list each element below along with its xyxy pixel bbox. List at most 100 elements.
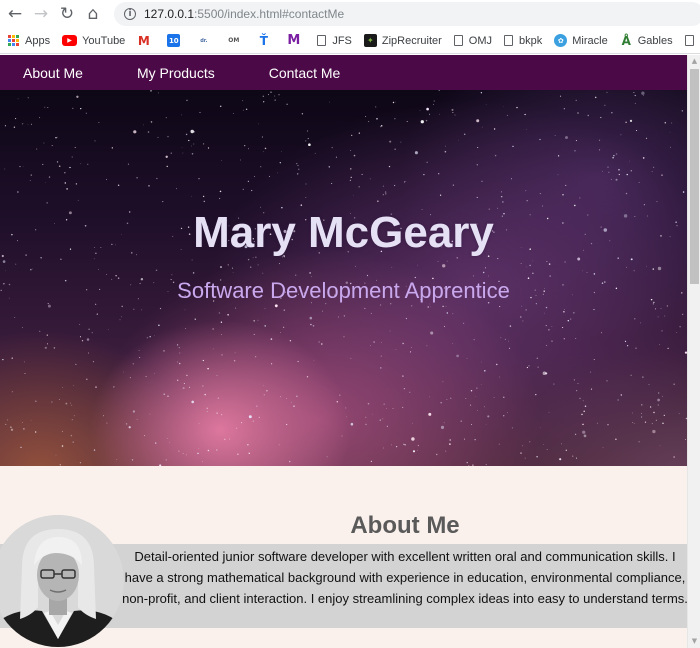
star-dot bbox=[127, 163, 130, 165]
star-dot bbox=[373, 341, 375, 343]
star-dot bbox=[499, 376, 500, 378]
bookmarks-bar: Apps ▶ YouTube M 10 dr. OM Ť M JFS ✦ Zip… bbox=[0, 28, 700, 54]
star-dot bbox=[563, 311, 565, 313]
star-dot bbox=[154, 335, 155, 337]
bookmark-ziprecruiter[interactable]: ✦ ZipRecruiter bbox=[363, 34, 442, 47]
star-dot bbox=[633, 270, 635, 272]
star-dot bbox=[466, 358, 468, 359]
page-icon bbox=[684, 35, 694, 46]
star-dot bbox=[248, 415, 252, 419]
star-dot bbox=[177, 344, 179, 346]
bookmark-overflow[interactable] bbox=[684, 35, 700, 46]
scroll-up-arrow-icon[interactable]: ▲ bbox=[688, 55, 700, 68]
star-dot bbox=[525, 266, 527, 268]
star-dot bbox=[149, 335, 151, 338]
gables-icon: Å bbox=[619, 33, 633, 48]
star-dot bbox=[267, 94, 269, 96]
star-dot bbox=[55, 454, 57, 456]
site-info-icon[interactable]: i bbox=[124, 8, 136, 20]
star-dot bbox=[608, 171, 610, 173]
star-dot bbox=[679, 326, 681, 328]
star-dot bbox=[106, 274, 108, 275]
star-dot bbox=[379, 419, 381, 421]
bookmark-omj[interactable]: OMJ bbox=[453, 35, 492, 47]
nav-my-products-link[interactable]: My Products bbox=[137, 65, 215, 81]
star-dot bbox=[560, 95, 562, 97]
star-dot bbox=[488, 275, 489, 277]
star-dot bbox=[76, 95, 79, 98]
star-dot bbox=[481, 126, 483, 128]
star-dot bbox=[463, 133, 466, 136]
star-dot bbox=[350, 357, 352, 359]
back-arrow-icon[interactable]: ← bbox=[4, 3, 26, 25]
star-dot bbox=[312, 325, 315, 327]
address-bar[interactable]: i 127.0.0.1:5500/index.html#contactMe bbox=[114, 2, 700, 26]
bookmark-site[interactable]: dr. bbox=[197, 34, 215, 47]
star-dot bbox=[349, 179, 352, 182]
star-dot bbox=[80, 163, 82, 165]
star-dot bbox=[203, 143, 205, 145]
bookmark-bkpk[interactable]: bkpk bbox=[504, 35, 542, 47]
bookmark-om[interactable]: OM bbox=[227, 34, 245, 47]
scrollbar-thumb[interactable] bbox=[690, 69, 699, 284]
star-dot bbox=[266, 389, 268, 392]
star-dot bbox=[106, 179, 108, 180]
star-dot bbox=[10, 426, 12, 428]
star-dot bbox=[661, 330, 663, 332]
star-dot bbox=[506, 412, 508, 414]
star-dot bbox=[44, 182, 46, 183]
star-dot bbox=[615, 438, 617, 441]
star-dot bbox=[473, 339, 475, 341]
star-dot bbox=[380, 367, 382, 369]
nav-contact-me-link[interactable]: Contact Me bbox=[269, 65, 341, 81]
nav-about-me-link[interactable]: About Me bbox=[23, 65, 83, 81]
star-dot bbox=[240, 159, 241, 161]
star-dot bbox=[35, 400, 37, 403]
bookmark-m[interactable]: M bbox=[287, 33, 305, 48]
star-dot bbox=[207, 147, 210, 149]
star-dot bbox=[496, 363, 498, 366]
star-dot bbox=[409, 391, 411, 393]
star-dot bbox=[278, 444, 280, 446]
star-dot bbox=[264, 147, 267, 150]
star-dot bbox=[77, 199, 79, 201]
star-dot bbox=[681, 110, 683, 112]
star-dot bbox=[339, 394, 341, 396]
star-dot bbox=[96, 313, 98, 315]
star-dot bbox=[485, 424, 487, 426]
star-dot bbox=[165, 155, 168, 158]
star-dot bbox=[128, 426, 131, 429]
star-dot bbox=[551, 340, 553, 342]
star-dot bbox=[146, 337, 149, 339]
bookmark-gmail[interactable]: M bbox=[137, 34, 155, 48]
star-dot bbox=[440, 425, 445, 429]
bookmark-gables[interactable]: Å Gables bbox=[619, 33, 673, 48]
star-dot bbox=[39, 117, 41, 119]
page-scrollbar[interactable]: ▲ ▼ bbox=[687, 55, 700, 648]
reload-icon[interactable]: ↻ bbox=[56, 3, 78, 25]
bookmark-t[interactable]: Ť bbox=[257, 34, 275, 48]
star-dot bbox=[565, 449, 567, 451]
bookmark-youtube[interactable]: ▶ YouTube bbox=[62, 35, 125, 47]
star-dot bbox=[584, 405, 587, 408]
scroll-down-arrow-icon[interactable]: ▼ bbox=[688, 635, 700, 648]
star-dot bbox=[73, 415, 75, 417]
star-dot bbox=[485, 463, 487, 466]
star-dot bbox=[563, 108, 566, 110]
star-dot bbox=[564, 261, 566, 263]
home-icon[interactable]: ⌂ bbox=[82, 3, 104, 25]
forward-arrow-icon[interactable]: → bbox=[30, 3, 52, 25]
bookmark-miracle[interactable]: ✿ Miracle bbox=[554, 34, 608, 47]
star-dot bbox=[136, 177, 138, 179]
star-dot bbox=[22, 166, 24, 167]
star-dot bbox=[663, 414, 665, 417]
star-dot bbox=[220, 334, 222, 336]
star-dot bbox=[494, 154, 497, 157]
star-dot bbox=[511, 427, 513, 429]
bookmark-calendar[interactable]: 10 bbox=[167, 34, 185, 47]
bookmark-apps[interactable]: Apps bbox=[8, 35, 50, 47]
star-dot bbox=[654, 308, 657, 310]
hero-subtitle: Software Development Apprentice bbox=[177, 278, 510, 303]
bookmark-jfs[interactable]: JFS bbox=[317, 35, 352, 47]
star-dot bbox=[474, 439, 476, 441]
